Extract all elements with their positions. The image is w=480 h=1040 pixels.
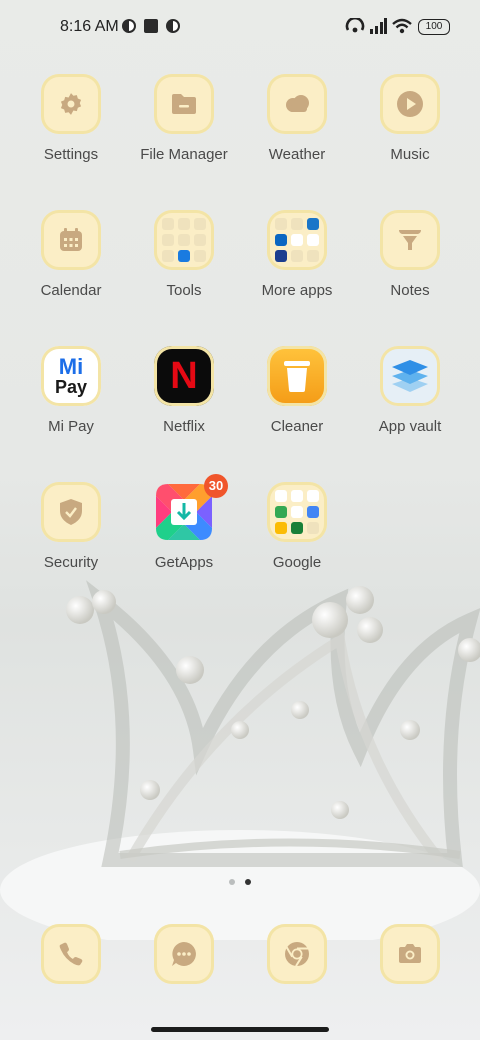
app-label: GetApps: [154, 554, 214, 571]
dock-messages[interactable]: [154, 924, 216, 986]
page-dot[interactable]: [229, 879, 235, 885]
mi-pay-logo-pay: Pay: [54, 377, 88, 397]
app-label: Weather: [268, 146, 326, 163]
netflix-logo-text: N: [170, 354, 198, 397]
dock-camera[interactable]: [380, 924, 442, 986]
status-time: 8:16 AM: [60, 18, 119, 35]
dock-browser[interactable]: [267, 924, 329, 986]
app-label: Netflix: [163, 418, 205, 435]
page-indicator: [228, 879, 254, 887]
signal-icon: [370, 18, 387, 34]
app-label: Google: [272, 554, 322, 571]
app-vault-icon: [380, 346, 440, 406]
app-notes[interactable]: Notes: [354, 210, 466, 330]
play-icon: [380, 74, 440, 134]
gear-icon: [41, 74, 101, 134]
stop-square-icon: [144, 19, 158, 33]
app-label: Notes: [390, 282, 430, 299]
app-label: App vault: [378, 418, 442, 435]
page-dot-active[interactable]: [245, 879, 251, 885]
folder-icon: [154, 210, 214, 270]
app-label: More apps: [261, 282, 333, 299]
app-label: Settings: [43, 146, 99, 163]
app-label: Security: [43, 554, 99, 571]
app-settings[interactable]: Settings: [15, 74, 127, 194]
calendar-icon: [41, 210, 101, 270]
app-label: Music: [390, 146, 430, 163]
dock-phone[interactable]: [41, 924, 103, 986]
app-notification-icon-2: [166, 19, 180, 33]
chat-bubble-icon: [154, 924, 214, 984]
app-music[interactable]: Music: [354, 74, 466, 194]
app-getapps[interactable]: 30 GetApps: [128, 474, 240, 602]
folder-google[interactable]: Google: [241, 482, 353, 602]
folder-tools[interactable]: Tools: [128, 210, 240, 330]
shield-check-icon: [41, 482, 101, 542]
app-weather[interactable]: Weather: [241, 74, 353, 194]
app-label: Cleaner: [270, 418, 324, 435]
app-label: File Manager: [140, 146, 228, 163]
phone-icon: [41, 924, 101, 984]
notification-badge: 30: [204, 474, 228, 498]
cloud-icon: [267, 74, 327, 134]
app-netflix[interactable]: N Netflix: [128, 346, 240, 466]
wifi-icon: [392, 18, 412, 34]
app-label: Calendar: [40, 282, 102, 299]
battery-level: 100: [425, 21, 443, 32]
app-cleaner[interactable]: Cleaner: [241, 346, 353, 466]
app-notification-icon: [122, 19, 136, 33]
mi-pay-logo-mi: Mi: [58, 354, 84, 379]
app-mi-pay[interactable]: Mi Pay Mi Pay: [15, 346, 127, 466]
folder-icon: [267, 482, 327, 542]
folder-icon: [267, 210, 327, 270]
app-calendar[interactable]: Calendar: [15, 210, 127, 330]
app-security[interactable]: Security: [15, 482, 127, 602]
status-bar: 8:16 AM 100: [0, 0, 480, 56]
folder-more-apps[interactable]: More apps: [241, 210, 353, 330]
mi-pay-logo-icon: Mi Pay: [41, 346, 101, 406]
notes-funnel-icon: [380, 210, 440, 270]
hotspot-icon: [345, 18, 365, 33]
app-label: Tools: [166, 282, 202, 299]
home-indicator[interactable]: [151, 1027, 329, 1032]
netflix-logo-icon: N: [154, 346, 214, 406]
app-vault[interactable]: App vault: [354, 346, 466, 466]
chrome-icon: [267, 924, 327, 984]
folder-icon: [154, 74, 214, 134]
trash-can-icon: [267, 346, 327, 406]
app-label: Mi Pay: [48, 418, 94, 435]
battery-icon: 100: [418, 19, 450, 35]
camera-icon: [380, 924, 440, 984]
app-file-manager[interactable]: File Manager: [128, 74, 240, 194]
